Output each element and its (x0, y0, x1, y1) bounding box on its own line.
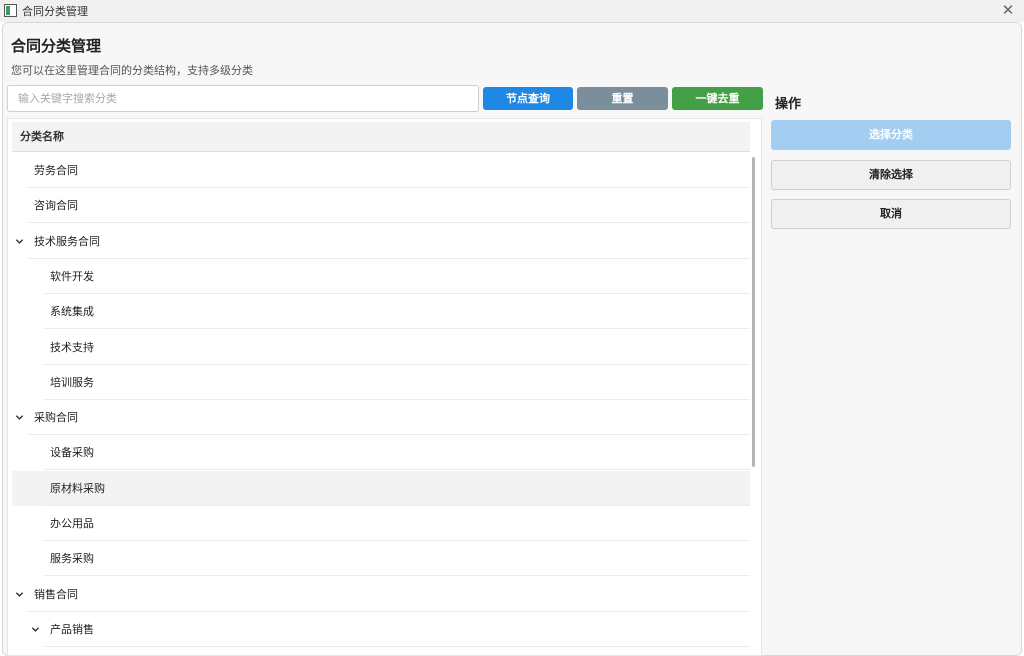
tree-row-label: 原材料采购 (50, 481, 105, 495)
dedupe-button[interactable]: 一键去重 (672, 87, 763, 110)
window-titlebar: 合同分类管理 ✕ (0, 0, 1024, 22)
tree-row[interactable]: 技术支持 (12, 330, 750, 365)
tree-header: 分类名称 (12, 122, 750, 152)
tree-scrollbar[interactable] (752, 157, 755, 467)
tree-row-label: 采购合同 (34, 411, 78, 425)
tree-row[interactable]: 培训服务 (12, 365, 750, 400)
tree-row-label: 系统集成 (50, 305, 94, 319)
page-subtitle: 您可以在这里管理合同的分类结构，支持多级分类 (11, 64, 253, 77)
tree-row[interactable]: 办公用品 (12, 506, 750, 541)
page-title: 合同分类管理 (11, 37, 102, 55)
reset-button[interactable]: 重置 (577, 87, 668, 110)
tree-row-label: 技术服务合同 (34, 234, 100, 248)
category-tree: 分类名称 劳务合同咨询合同技术服务合同软件开发系统集成技术支持培训服务采购合同设… (7, 118, 762, 656)
tree-row-label: 服务采购 (50, 552, 94, 566)
tree-row[interactable]: 技术服务合同 (12, 224, 750, 259)
tree-row[interactable]: 软件开发 (12, 259, 750, 294)
tree-row[interactable]: 设备采购 (12, 435, 750, 471)
node-query-button[interactable]: 节点查询 (483, 87, 573, 110)
app-icon (4, 4, 17, 17)
tree-row-label: 培训服务 (50, 375, 94, 389)
tree-row[interactable]: 采购合同 (12, 400, 750, 436)
tree-row[interactable]: 咨询合同 (12, 188, 750, 224)
tree-row[interactable]: 销售合同 (12, 577, 750, 612)
clear-selection-button[interactable]: 清除选择 (771, 160, 1011, 190)
tree-row-label: 软件开发 (50, 269, 94, 283)
tree-row[interactable]: 劳务合同 (12, 153, 750, 188)
tree-row[interactable]: 原材料采购 (12, 470, 750, 506)
tree-row-label: 咨询合同 (34, 199, 78, 213)
select-category-button[interactable]: 选择分类 (771, 120, 1011, 150)
tree-row[interactable]: 系统集成 (12, 294, 750, 330)
tree-row-label: 销售合同 (34, 587, 78, 601)
dialog-window: 合同分类管理 您可以在这里管理合同的分类结构，支持多级分类 节点查询 重置 一键… (2, 22, 1022, 656)
actions-title: 操作 (775, 97, 802, 112)
tree-row-label: 技术支持 (50, 340, 94, 354)
chevron-down-icon[interactable] (15, 224, 25, 244)
search-input[interactable] (7, 85, 479, 112)
tree-row-label: 劳务合同 (34, 164, 78, 177)
tree-row-label: 办公用品 (50, 517, 94, 530)
tree-row-label: 设备采购 (50, 446, 94, 460)
cancel-button[interactable]: 取消 (771, 199, 1011, 229)
close-icon[interactable]: ✕ (1000, 2, 1016, 18)
row-divider (44, 645, 750, 647)
chevron-down-icon[interactable] (15, 400, 25, 420)
chevron-down-icon[interactable] (31, 612, 41, 632)
tree-row[interactable]: 产品销售 (12, 612, 750, 647)
window-title: 合同分类管理 (22, 5, 88, 18)
tree-row-label: 产品销售 (50, 622, 94, 636)
tree-row[interactable]: 服务采购 (12, 541, 750, 577)
chevron-down-icon[interactable] (15, 577, 25, 597)
